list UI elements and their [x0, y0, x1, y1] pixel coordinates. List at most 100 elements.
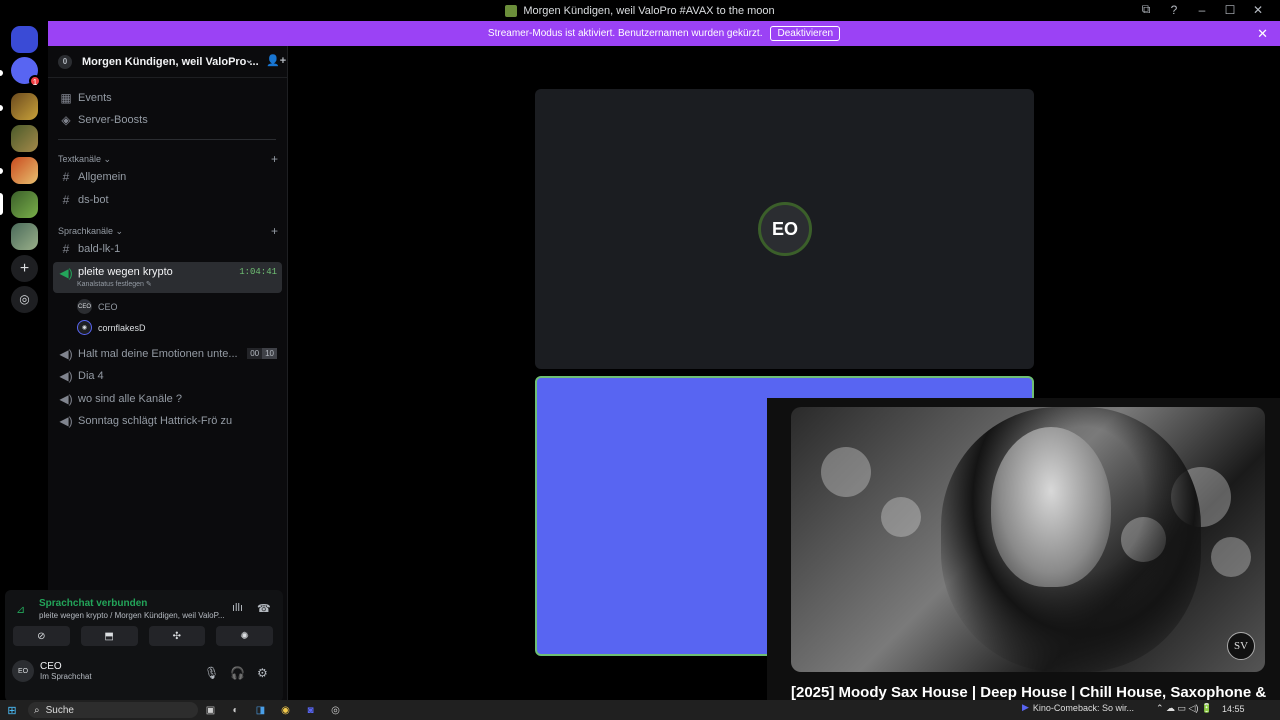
avatar: ◉: [77, 320, 92, 335]
category-voice[interactable]: Sprachkanäle ⌄ +: [58, 224, 278, 238]
user-panel[interactable]: EO CEO Im Sprachchat: [12, 660, 92, 682]
banner-close-icon[interactable]: ✕: [1257, 26, 1268, 42]
voice-channel-sonntag[interactable]: ◀) Sonntag schlägt Hattrick-Frö zu: [53, 410, 282, 432]
server-header[interactable]: 0 Morgen Kündigen, weil ValoPro ... ⌄ 👤+: [48, 46, 288, 78]
server-icon-current[interactable]: [11, 191, 38, 218]
speaker-icon: ◀): [59, 347, 73, 361]
voice-location[interactable]: pleite wegen krypto / Morgen Kündigen, w…: [39, 611, 229, 620]
calendar-icon: ▦: [60, 91, 72, 105]
speaker-avatar: EO: [758, 202, 812, 256]
window-controls: ⧉ ? – ☐ ✕: [1132, 2, 1272, 17]
close-button[interactable]: ✕: [1244, 3, 1272, 17]
voice-channel-wo-sind[interactable]: ◀) wo sind alle Kanäle ?: [53, 388, 282, 410]
portrait-face: [991, 427, 1111, 587]
voice-channel-dia-4[interactable]: ◀) Dia 4: [53, 365, 282, 387]
voice-connection-panel: ⊿ Sprachchat verbunden pleite wegen kryp…: [5, 590, 283, 702]
server-icon: [505, 4, 518, 17]
unread-pill: [0, 105, 3, 111]
chrome-icon[interactable]: ◉: [273, 705, 298, 716]
clock[interactable]: 14:55: [1222, 704, 1245, 714]
deactivate-button[interactable]: Deaktivieren: [770, 26, 841, 41]
window-title-text: Morgen Kündigen, weil ValoPro #AVAX to t…: [523, 4, 775, 17]
task-view-icon[interactable]: ▣: [198, 705, 223, 716]
screen-share-icon[interactable]: ⧉: [1132, 2, 1160, 17]
category-text[interactable]: Textkanäle ⌄ +: [58, 152, 278, 166]
hash-icon: #: [62, 242, 70, 256]
app-icon-1[interactable]: ◐: [223, 705, 248, 716]
hash-icon: #: [62, 193, 70, 207]
boost-gem-icon: ◈: [61, 113, 71, 127]
screen-share-button[interactable]: ⬒: [80, 626, 138, 646]
app-icon-2[interactable]: ◎: [323, 705, 348, 716]
add-channel-icon[interactable]: +: [271, 152, 278, 166]
call-timer: 1:04:41: [239, 267, 277, 277]
user-status: Im Sprachchat: [40, 672, 92, 681]
discord-taskbar-icon[interactable]: ◙: [298, 705, 323, 716]
channel-ds-bot[interactable]: # ds-bot: [53, 189, 282, 211]
system-tray[interactable]: ⌃ ☁ ▭ ◁) 🔋: [1156, 703, 1212, 714]
unread-pill: [0, 168, 3, 174]
window-title: Morgen Kündigen, weil ValoPro #AVAX to t…: [505, 4, 775, 17]
unread-pill: [0, 70, 3, 76]
taskbar-search[interactable]: ⌕ Suche: [28, 702, 198, 718]
channel-allgemein[interactable]: # Allgemein: [53, 166, 282, 188]
server-icon-5[interactable]: [11, 223, 38, 250]
minimize-button[interactable]: –: [1188, 3, 1216, 17]
user-limit-badge: 00 10: [247, 348, 277, 359]
news-icon: ▶: [1022, 702, 1029, 712]
outlook-icon[interactable]: ◨: [248, 705, 273, 716]
server-icon-2[interactable]: [11, 125, 38, 152]
picture-in-picture-player[interactable]: SV [2025] Moody Sax House | Deep House |…: [767, 398, 1280, 701]
selected-pill: [0, 193, 3, 215]
channel-status-link[interactable]: Kanalstatus festlegen ✎: [77, 280, 152, 288]
add-server-icon[interactable]: +: [11, 255, 38, 282]
news-widget[interactable]: ▶ Kino-Comeback: So wir...: [1022, 702, 1134, 713]
speaker-icon: ◀): [59, 392, 73, 406]
user-limit: 10: [262, 348, 277, 359]
speaker-icon: ◀): [59, 369, 73, 383]
disconnect-icon[interactable]: ☎: [257, 602, 271, 615]
channel-label: Sonntag schlägt Hattrick-Frö zu: [78, 415, 233, 427]
server-icon-3[interactable]: [11, 157, 38, 184]
server-icon-1[interactable]: [11, 93, 38, 120]
camera-off-button[interactable]: ⊘: [13, 626, 70, 646]
noise-suppression-icon[interactable]: ıllı: [232, 602, 243, 614]
category-voice-label: Sprachkanäle ⌄: [58, 226, 124, 236]
divider: [58, 139, 276, 140]
explore-icon[interactable]: ◎: [11, 286, 38, 313]
microphone-icon[interactable]: 🎙: [204, 666, 219, 680]
nav-server-boosts[interactable]: ◈ Server-Boosts: [53, 109, 282, 131]
chevron-down-icon[interactable]: ⌄: [245, 55, 253, 66]
video-tile-speaker[interactable]: EO: [535, 89, 1034, 369]
nav-events[interactable]: ▦ Events: [53, 87, 282, 109]
avatar: EO: [12, 660, 34, 682]
headset-icon[interactable]: 🎧: [230, 666, 245, 680]
bokeh-light: [821, 447, 871, 497]
speaker-icon: ◀): [59, 414, 73, 428]
voice-user[interactable]: ◉ cornflakesD: [77, 320, 146, 335]
search-icon: ⌕: [34, 704, 40, 716]
nav-boosts-label: Server-Boosts: [78, 114, 148, 126]
voice-channel-halt[interactable]: ◀) Halt mal deine Emotionen unte... 00 1…: [53, 343, 282, 365]
speaker-icon: ◀): [59, 266, 73, 280]
invite-icon[interactable]: 👤+: [266, 54, 286, 67]
channel-label: bald-lk-1: [78, 243, 121, 255]
voice-channel-active[interactable]: ◀) pleite wegen krypto 1:04:41 Kanalstat…: [53, 262, 282, 293]
video-thumbnail[interactable]: SV: [791, 407, 1265, 672]
voice-user-name: CEO: [98, 301, 118, 312]
user-name: CEO: [40, 661, 62, 672]
voice-user[interactable]: CEO CEO: [77, 299, 118, 314]
add-channel-icon[interactable]: +: [271, 224, 278, 238]
discord-icon[interactable]: 1: [11, 57, 41, 87]
activities-button[interactable]: ✣: [148, 626, 206, 646]
settings-gear-icon[interactable]: ⚙: [257, 666, 268, 680]
mention-badge: 1: [29, 75, 41, 87]
windows-start-icon[interactable]: ⊞: [0, 704, 24, 717]
channel-label: pleite wegen krypto: [78, 266, 173, 278]
windows-taskbar: ⊞ ⌕ Suche ▣ ◐ ◨ ◉ ◙ ◎ ▶ Kino-Comeback: S…: [0, 700, 1280, 720]
dm-home-icon[interactable]: [11, 26, 38, 53]
soundboard-button[interactable]: ✺: [216, 626, 273, 646]
maximize-button[interactable]: ☐: [1216, 3, 1244, 17]
help-icon[interactable]: ?: [1160, 3, 1188, 17]
channel-bald-lk-1[interactable]: # bald-lk-1: [53, 238, 282, 260]
